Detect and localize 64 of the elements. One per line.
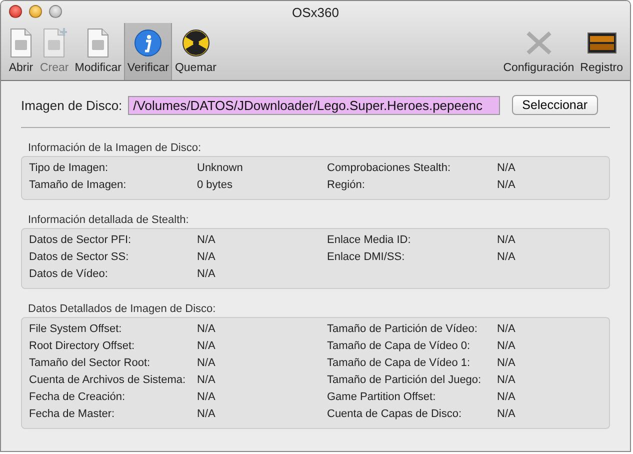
field-label: Datos de Sector SS: — [29, 250, 130, 265]
toolbar-button[interactable]: Quemar — [172, 23, 220, 80]
new-document-icon — [41, 28, 68, 58]
field-value: N/A — [197, 407, 216, 422]
field-label: Fecha de Master: — [29, 407, 116, 422]
field-label: Tamaño de Capa de Vídeo 0: — [327, 339, 472, 354]
toolbar-button[interactable]: Abrir — [5, 23, 37, 80]
section-title: Información de la Imagen de Disco: — [27, 142, 202, 154]
info-icon — [134, 29, 162, 57]
field-value: N/A — [497, 250, 516, 265]
section-title: Información detallada de Stealth: — [27, 214, 190, 226]
window-title: OSx360 — [292, 4, 339, 20]
field-value: N/A — [197, 339, 216, 354]
field-label: Enlace Media ID: — [327, 233, 412, 248]
field-value: N/A — [497, 322, 516, 337]
field-label: Game Partition Offset: — [327, 390, 437, 405]
field-value: N/A — [197, 390, 216, 405]
close-button[interactable] — [9, 5, 22, 18]
toolbar-button[interactable]: Registro — [577, 23, 626, 80]
field-value: N/A — [197, 373, 216, 388]
field-label: Tamaño de Capa de Vídeo 1: — [327, 356, 472, 371]
field-value: N/A — [197, 233, 216, 248]
toolbar-button[interactable]: Configuración — [500, 23, 578, 80]
field-label: File System Offset: — [29, 322, 123, 337]
field-value: N/A — [497, 407, 516, 422]
field-value: N/A — [497, 390, 516, 405]
field-label: Root Directory Offset: — [29, 339, 136, 354]
field-value: N/A — [497, 373, 516, 388]
field-value: N/A — [497, 339, 516, 354]
radiation-icon — [182, 29, 210, 57]
field-label: Imagen de Disco: — [21, 98, 122, 112]
zoom-button[interactable] — [49, 5, 62, 18]
field-label: Tamaño del Sector Root: — [29, 356, 152, 371]
field-label: Tamaño de Imagen: — [29, 178, 128, 193]
field-label: Fecha de Creación: — [29, 390, 126, 405]
field-value: N/A — [197, 267, 216, 282]
field-label: Cuenta de Capas de Disco: — [327, 407, 463, 422]
field-value: Unknown — [197, 161, 244, 176]
field-value: N/A — [497, 233, 516, 248]
field-label: Región: — [327, 178, 366, 193]
display-icon — [586, 31, 617, 55]
field-value: N/A — [497, 161, 516, 176]
field-label: Enlace DMI/SS: — [327, 250, 406, 265]
select-button[interactable]: Seleccionar — [512, 95, 598, 115]
section-title: Datos Detallados de Imagen de Disco: — [27, 303, 217, 315]
field-label: Datos de Sector PFI: — [29, 233, 132, 248]
field-label: Comprobaciones Stealth: — [327, 161, 452, 176]
field-value: 0 bytes — [197, 178, 234, 193]
toolbar-button[interactable]: Modificar — [72, 23, 124, 80]
field-value: N/A — [197, 322, 216, 337]
field-label: Cuenta de Archivos de Sistema: — [29, 373, 187, 388]
field-value: N/A — [497, 356, 516, 371]
field-label: Datos de Vídeo: — [29, 267, 109, 282]
field-label: Tipo de Imagen: — [29, 161, 110, 176]
minimize-button[interactable] — [29, 5, 42, 18]
field-label: Tamaño de Partición de Vídeo: — [327, 322, 478, 337]
field-label: Tamaño de Partición del Juego: — [327, 373, 482, 388]
field-value: N/A — [197, 250, 216, 265]
document-icon — [85, 28, 112, 58]
field-value: N/A — [497, 178, 516, 193]
path-field[interactable]: /Volumes/DATOS/JDownloader/Lego.Super.Heroes.pepeenc — [128, 96, 500, 114]
toolbar-button[interactable]: Verificar — [124, 23, 172, 80]
field-value: N/A — [197, 356, 216, 371]
document-icon — [8, 28, 34, 58]
